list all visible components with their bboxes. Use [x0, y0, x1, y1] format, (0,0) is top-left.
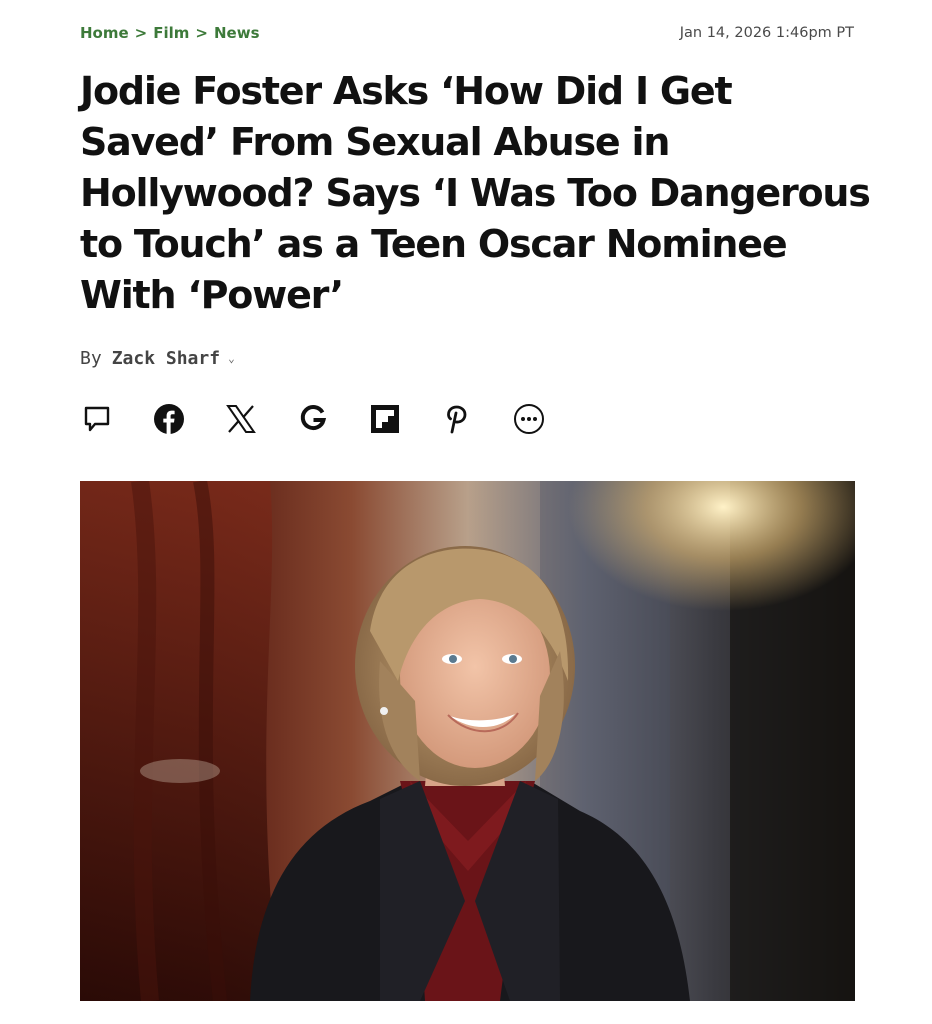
breadcrumb-film[interactable]: Film — [153, 24, 189, 42]
facebook-icon[interactable] — [152, 402, 186, 436]
more-icon[interactable] — [512, 402, 546, 436]
breadcrumb: Home > Film > News — [80, 24, 260, 42]
hero-image — [80, 481, 855, 1001]
article-meta-bar: Home > Film > News Jan 14, 2026 1:46pm P… — [80, 22, 854, 44]
x-icon[interactable] — [224, 402, 258, 436]
breadcrumb-news[interactable]: News — [214, 24, 260, 42]
flipboard-icon[interactable] — [368, 402, 402, 436]
breadcrumb-separator: > — [134, 24, 148, 42]
breadcrumb-separator: > — [195, 24, 208, 42]
publish-timestamp: Jan 14, 2026 1:46pm PT — [679, 25, 854, 41]
byline-author[interactable]: Zack Sharf — [112, 348, 220, 369]
share-bar — [80, 400, 546, 438]
comment-icon[interactable] — [80, 402, 114, 436]
breadcrumb-home[interactable]: Home — [80, 24, 129, 42]
chevron-down-icon[interactable]: ⌄ — [228, 352, 235, 365]
byline[interactable]: By Zack Sharf ⌄ — [80, 344, 235, 372]
article-headline: Jodie Foster Asks ‘How Did I Get Saved’ … — [80, 69, 871, 317]
pinterest-icon[interactable] — [440, 402, 474, 436]
google-icon[interactable] — [296, 402, 330, 436]
byline-prefix: By — [80, 347, 102, 369]
